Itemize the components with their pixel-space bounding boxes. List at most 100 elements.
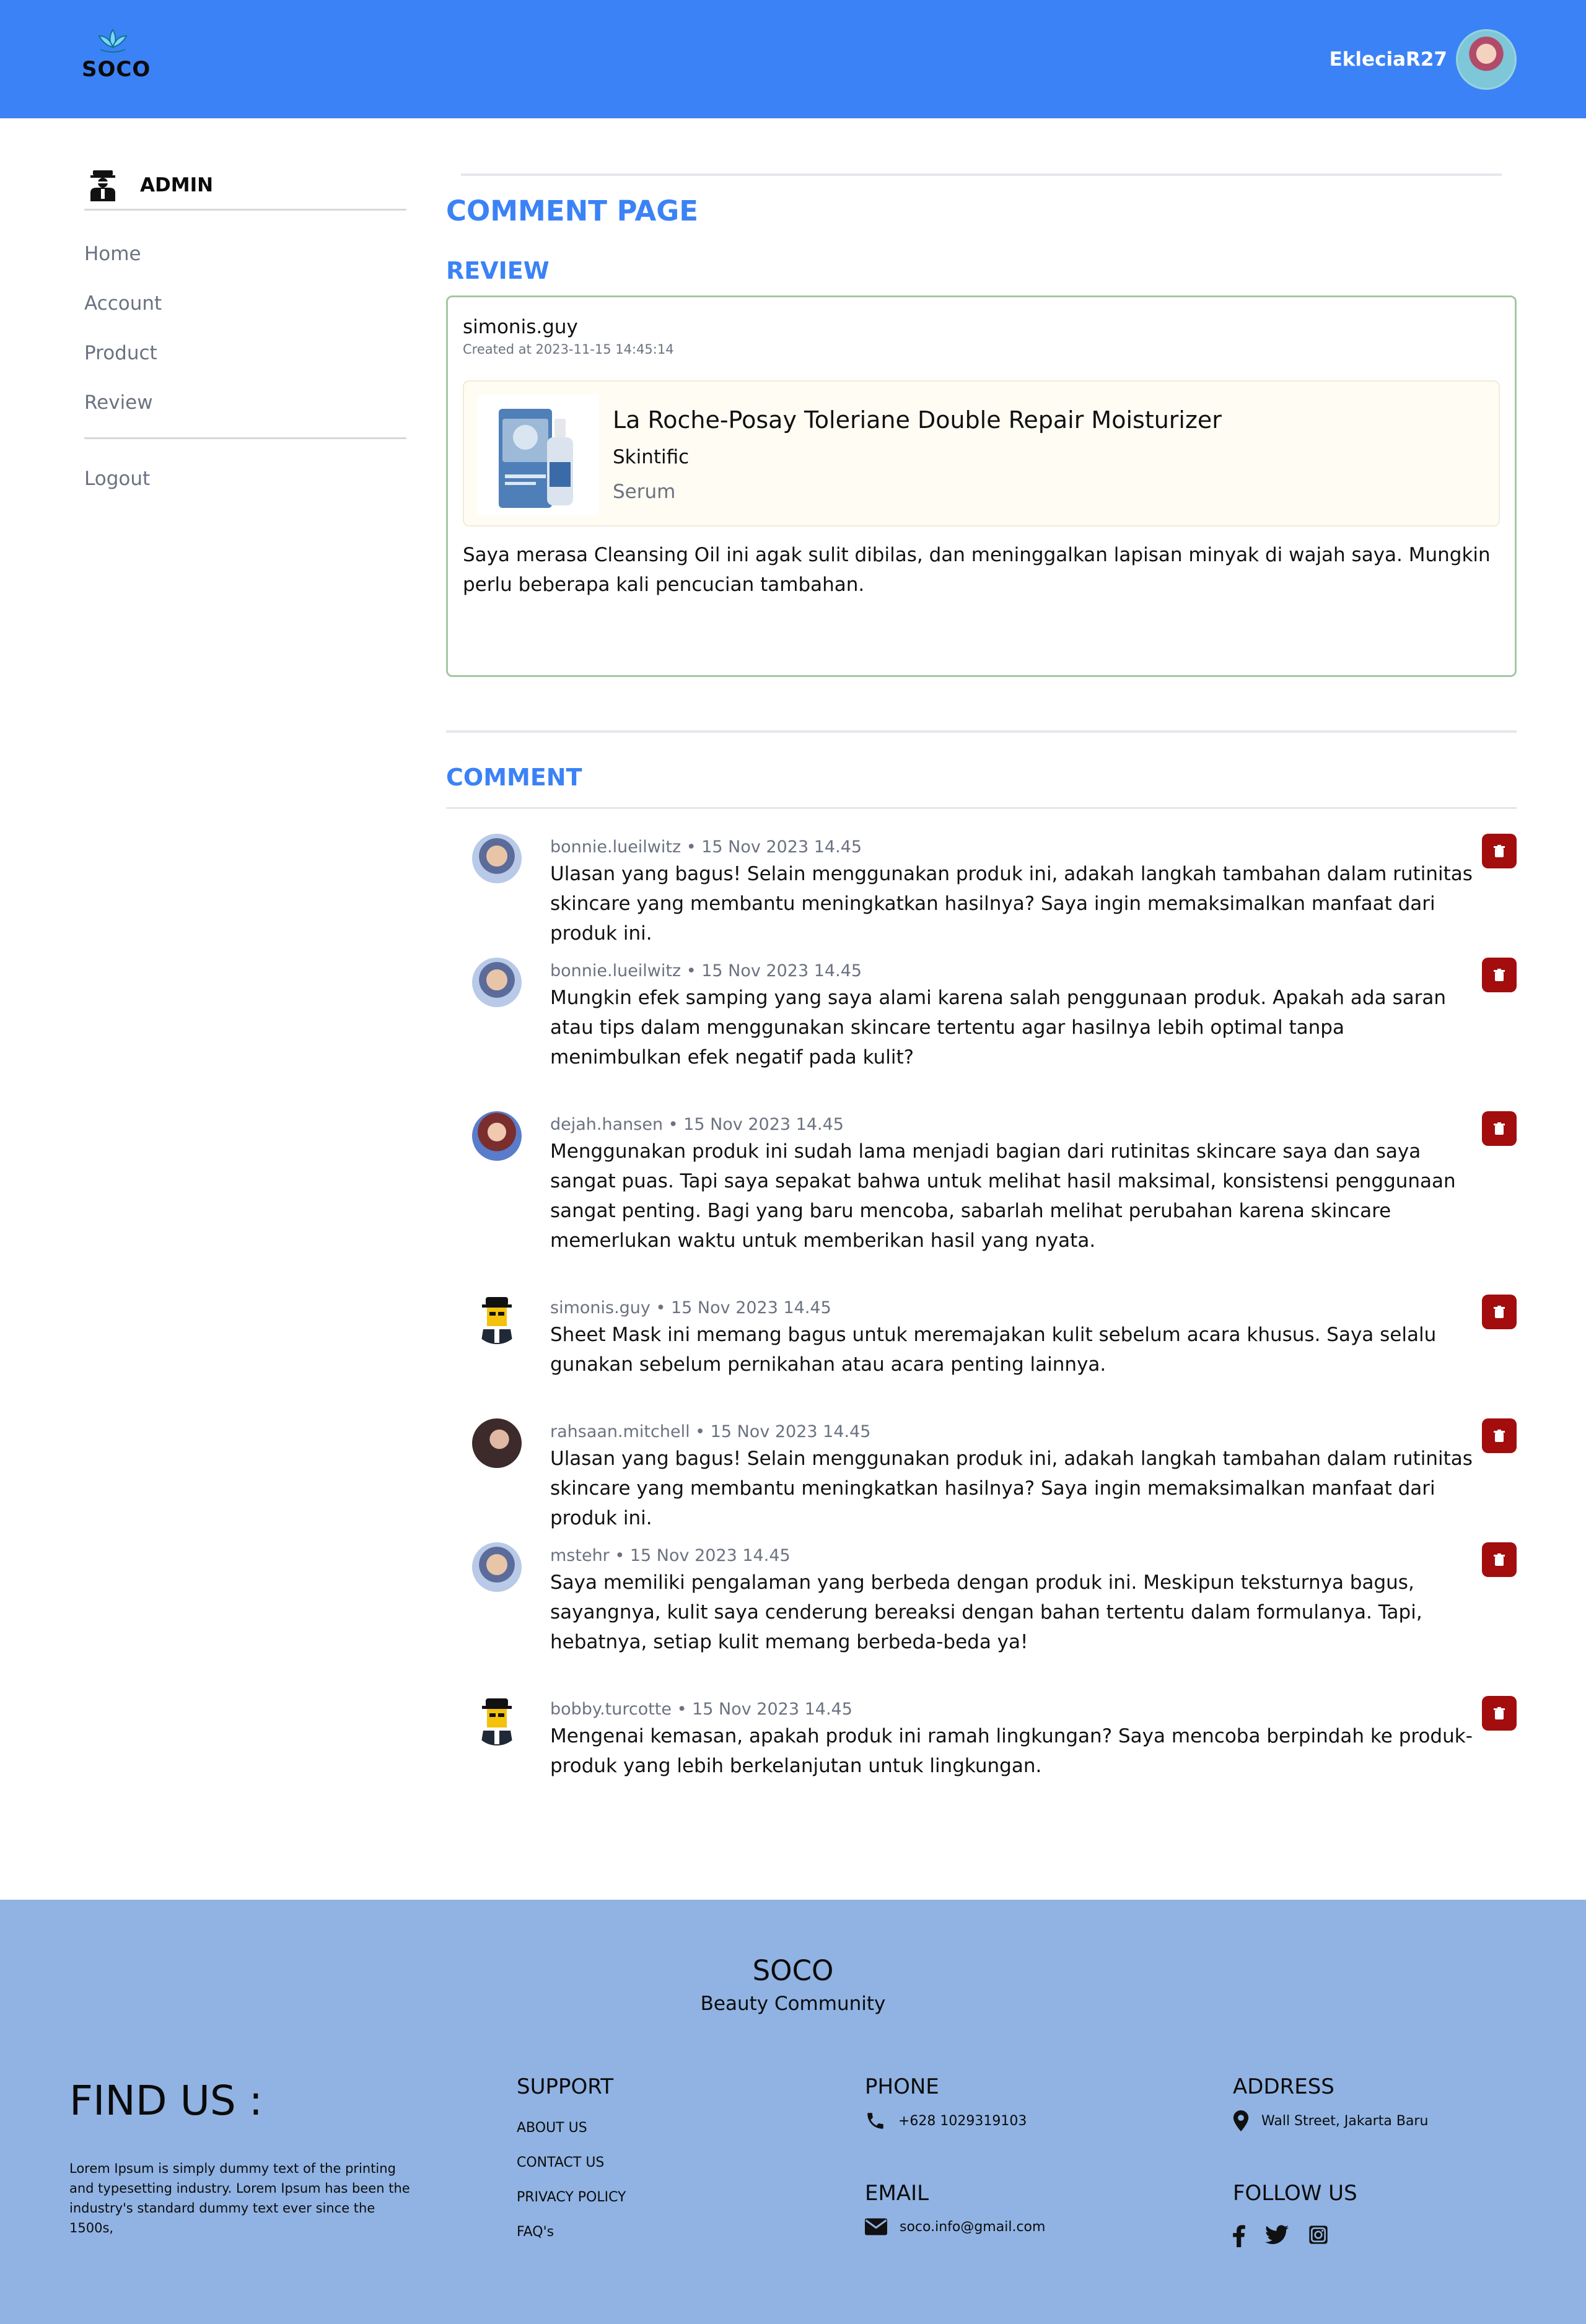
avatar [472,958,522,1007]
comment-text: Ulasan yang bagus! Selain menggunakan pr… [550,1448,1473,1529]
section-divider [446,730,1517,733]
logout-link[interactable]: Logout [84,468,406,490]
footer-link-faq[interactable]: FAQ's [517,2224,554,2240]
trash-icon [1494,969,1505,981]
product-card[interactable]: La Roche-Posay Toleriane Double Repair M… [463,380,1500,526]
username-label[interactable]: EkleciaR27 [1330,48,1447,71]
trash-icon [1494,1553,1505,1566]
review-date: Created at 2023-11-15 14:45:14 [463,342,674,357]
instagram-icon[interactable] [1308,2225,1328,2245]
find-us-heading: FIND US : [69,2077,263,2125]
main-content: COMMENT PAGE REVIEW simonis.guy Created … [446,173,1517,1820]
phone-icon [867,2113,883,2129]
avatar [472,1418,522,1468]
footer-link-privacy[interactable]: PRIVACY POLICY [517,2190,626,2205]
comment-text: Mengenai kemasan, apakah produk ini rama… [550,1725,1473,1777]
twitter-icon[interactable] [1265,2225,1289,2245]
avatar [472,1295,522,1344]
envelope-icon [865,2218,887,2235]
delete-comment-button[interactable] [1482,1111,1517,1146]
comment-item: simonis.guy • 15 Nov 2023 14.45 Sheet Ma… [446,1295,1517,1418]
avatar [472,1542,522,1592]
comment-item: bobby.turcotte • 15 Nov 2023 14.45 Menge… [446,1696,1517,1820]
top-divider [461,173,1502,176]
map-pin-icon [1233,2110,1249,2131]
comment-meta: bonnie.lueilwitz • 15 Nov 2023 14.45 [550,961,862,981]
address-row: Wall Street, Jakarta Baru [1233,2110,1428,2131]
address-heading: ADDRESS [1233,2074,1334,2099]
email-address: soco.info@gmail.com [900,2219,1046,2235]
comment-divider [446,807,1517,809]
comment-section-title: COMMENT [446,764,582,791]
product-brand: Skintific [613,446,690,468]
follow-heading: FOLLOW US [1233,2181,1357,2206]
phone-row[interactable]: +628 1029319103 [865,2110,1027,2131]
product-image [478,394,599,515]
comment-meta: dejah.hansen • 15 Nov 2023 14.45 [550,1115,844,1134]
footer-brand: SOCO [752,1954,834,1987]
sidebar-item-home[interactable]: Home [84,229,406,279]
comment-text: Saya memiliki pengalaman yang berbeda de… [550,1571,1422,1653]
trash-icon [1494,1707,1505,1719]
comment-meta: bonnie.lueilwitz • 15 Nov 2023 14.45 [550,837,862,857]
brand-name: SOCO [82,57,151,82]
comment-item: bonnie.lueilwitz • 15 Nov 2023 14.45 Mun… [446,958,1517,1111]
comment-item: mstehr • 15 Nov 2023 14.45 Saya memiliki… [446,1542,1517,1696]
admin-header: ADMIN [84,167,406,211]
review-card: simonis.guy Created at 2023-11-15 14:45:… [446,295,1517,677]
trash-icon [1494,1306,1505,1318]
product-category: Serum [613,481,676,503]
comment-item: rahsaan.mitchell • 15 Nov 2023 14.45 Ula… [446,1418,1517,1542]
admin-icon [90,170,115,201]
delete-comment-button[interactable] [1482,1542,1517,1577]
comment-text: Menggunakan produk ini sudah lama menjad… [550,1140,1456,1252]
trash-icon [1494,1430,1505,1442]
find-us-text: Lorem Ipsum is simply dummy text of the … [69,2161,410,2235]
comment-text: Sheet Mask ini memang bagus untuk merema… [550,1324,1437,1376]
email-row[interactable]: soco.info@gmail.com [865,2218,1045,2235]
footer-tagline: Beauty Community [700,1993,886,2015]
phone-heading: PHONE [865,2074,939,2099]
comment-text: Ulasan yang bagus! Selain menggunakan pr… [550,863,1473,945]
user-avatar[interactable] [1456,29,1517,90]
delete-comment-button[interactable] [1482,834,1517,868]
avatar [472,834,522,883]
page-title: COMMENT PAGE [446,194,698,227]
review-section-title: REVIEW [446,257,550,284]
comment-meta: mstehr • 15 Nov 2023 14.45 [550,1546,791,1565]
brand-logo[interactable]: SOCO [82,27,151,82]
trash-icon [1494,845,1505,857]
site-footer: SOCO Beauty Community FIND US : Lorem Ip… [0,1900,1586,2324]
delete-comment-button[interactable] [1482,1696,1517,1731]
sidebar-item-product[interactable]: Product [84,328,406,378]
delete-comment-button[interactable] [1482,1418,1517,1453]
sidebar-item-review[interactable]: Review [84,378,406,427]
trash-icon [1494,1122,1505,1135]
avatar [472,1111,522,1161]
delete-comment-button[interactable] [1482,958,1517,992]
footer-link-contact[interactable]: CONTACT US [517,2155,604,2170]
comment-meta: rahsaan.mitchell • 15 Nov 2023 14.45 [550,1422,871,1441]
comment-item: bonnie.lueilwitz • 15 Nov 2023 14.45 Ula… [446,834,1517,958]
footer-link-about[interactable]: ABOUT US [517,2120,587,2136]
top-header: SOCO EkleciaR27 [0,0,1586,118]
email-heading: EMAIL [865,2181,929,2206]
sidebar-nav: Home Account Product Review [84,211,406,427]
comment-meta: simonis.guy • 15 Nov 2023 14.45 [550,1298,831,1317]
facebook-icon[interactable] [1233,2225,1245,2247]
comment-list: bonnie.lueilwitz • 15 Nov 2023 14.45 Ula… [446,834,1517,1820]
avatar [472,1696,522,1745]
admin-sidebar: ADMIN Home Account Product Review Logout [84,167,406,490]
review-text: Saya merasa Cleansing Oil ini agak sulit… [463,544,1491,596]
admin-label: ADMIN [140,173,214,196]
social-links [1233,2225,1328,2247]
delete-comment-button[interactable] [1482,1295,1517,1329]
review-author: simonis.guy [463,316,578,338]
sidebar-item-account[interactable]: Account [84,279,406,328]
address-text: Wall Street, Jakarta Baru [1261,2113,1429,2129]
sidebar-divider [84,437,406,439]
support-heading: SUPPORT [517,2074,614,2099]
comment-item: dejah.hansen • 15 Nov 2023 14.45 Menggun… [446,1111,1517,1295]
phone-number: +628 1029319103 [898,2113,1027,2129]
lotus-logo-icon [98,28,128,53]
